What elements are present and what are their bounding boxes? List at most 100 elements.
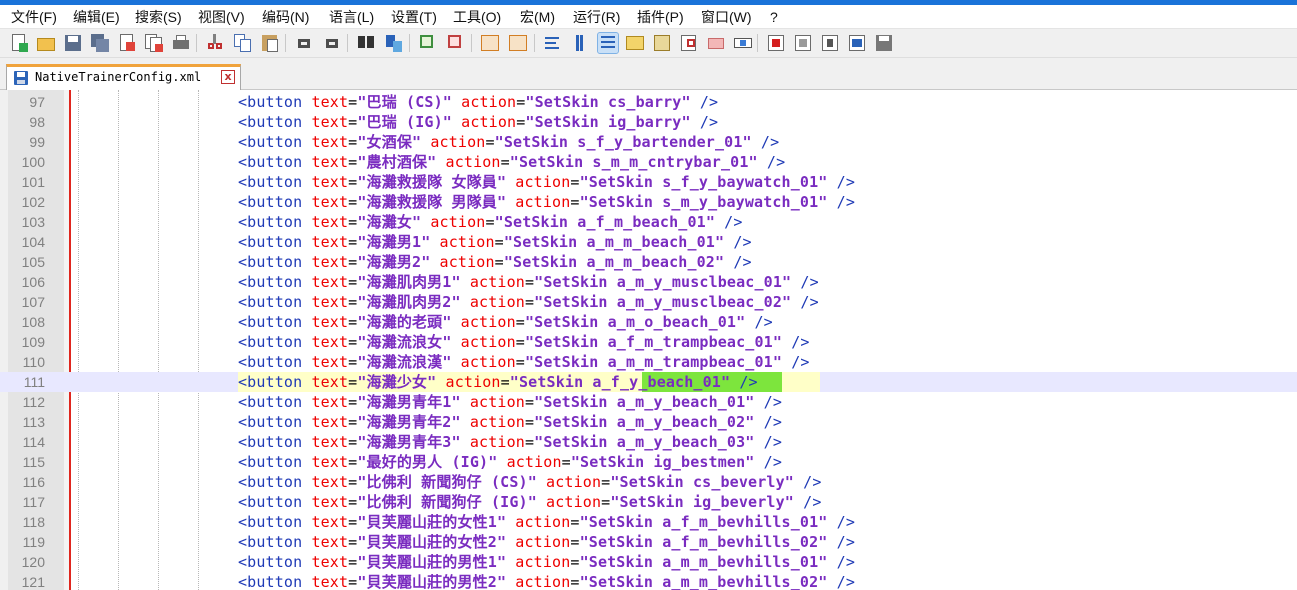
code-line[interactable]: 121 <button text="貝芙麗山莊的男性2" action="SetS… [0, 572, 1297, 590]
xml-quote: " [720, 373, 731, 391]
code-line[interactable]: 101 <button text="海灘救援隊 女隊員" action="SetS… [0, 172, 1297, 192]
play-macro-icon[interactable] [820, 33, 840, 53]
indent-guide-icon[interactable] [597, 32, 619, 54]
code-line[interactable]: 113 <button text="海灘男青年2" action="SetSkin… [0, 412, 1297, 432]
code-line[interactable]: 108 <button text="海灘的老頭" action="SetSkin … [0, 312, 1297, 332]
close-all-icon-part [155, 44, 163, 52]
code-line[interactable]: 120 <button text="貝芙麗山莊的男性1" action="SetS… [0, 552, 1297, 572]
menu-item[interactable]: 搜索(S) [135, 8, 182, 26]
record-macro-icon[interactable] [766, 33, 786, 53]
code-line[interactable]: 112 <button text="海灘男青年1" action="SetSkin… [0, 392, 1297, 412]
line-number: 100 [21, 154, 45, 170]
xml-quote: " [496, 513, 507, 531]
xml-equals: = [570, 553, 580, 571]
code-line[interactable]: 103 <button text="海灘女" action="SetSkin a_… [0, 212, 1297, 232]
monitoring-icon[interactable] [706, 33, 726, 53]
document-map-icon[interactable] [625, 33, 645, 53]
replace-icon[interactable] [384, 33, 404, 53]
line-number: 107 [21, 294, 45, 310]
new-file-icon[interactable] [10, 33, 30, 53]
xml-equals: = [348, 213, 358, 231]
code-line[interactable]: 97 <button text="巴瑞 (CS)" action="SetSkin… [0, 92, 1297, 112]
xml-attr-action: action [506, 553, 571, 571]
xml-text-value: 貝芙麗山莊的男性1 [366, 553, 497, 571]
menu-item[interactable]: 语言(L) [329, 8, 374, 26]
zoom-in-icon[interactable] [418, 33, 438, 53]
close-icon[interactable] [117, 33, 137, 53]
code-line[interactable]: 114 <button text="海灘男青年3" action="SetSkin… [0, 432, 1297, 452]
xml-tag-close: /> [724, 233, 752, 251]
line-number: 106 [21, 274, 45, 290]
editor[interactable]: 97 <button text="巴瑞 (CS)" action="SetSkin… [0, 90, 1297, 590]
line-number: 120 [21, 554, 45, 570]
redo-icon[interactable] [322, 33, 342, 53]
xml-quote: " [357, 473, 367, 491]
code-line[interactable]: 118 <button text="貝芙麗山莊的女性1" action="SetS… [0, 512, 1297, 532]
menu-item[interactable]: ? [770, 8, 778, 26]
code-line[interactable]: 100 <button text="農村酒保" action="SetSkin s… [0, 152, 1297, 172]
print-icon[interactable] [171, 33, 191, 53]
menu-item[interactable]: 窗口(W) [701, 8, 752, 26]
save-icon[interactable] [63, 33, 83, 53]
close-all-icon[interactable] [144, 33, 164, 53]
xml-equals: = [500, 153, 510, 171]
function-list-icon[interactable] [652, 33, 672, 53]
code-line[interactable]: 111 <button text="海灘少女" action="SetSkin a… [0, 372, 1297, 392]
menu-item[interactable]: 插件(P) [637, 8, 684, 26]
code-line[interactable]: 115 <button text="最好的男人 (IG)" action="Set… [0, 452, 1297, 472]
copy-icon[interactable] [233, 33, 253, 53]
code-line[interactable]: 116 <button text="比佛利 新聞狗仔 (CS)" action="… [0, 472, 1297, 492]
show-all-chars-icon[interactable] [570, 33, 590, 53]
cut-icon[interactable] [205, 33, 225, 53]
menu-item[interactable]: 宏(M) [520, 8, 555, 26]
menu-item[interactable]: 文件(F) [11, 8, 57, 26]
open-file-icon[interactable] [36, 33, 56, 53]
view-icon[interactable] [733, 33, 753, 53]
folder-workspace-icon[interactable] [679, 33, 699, 53]
xml-text-value: 貝芙麗山莊的男性2 [366, 573, 497, 590]
code-line[interactable]: 104 <button text="海灘男1" action="SetSkin a… [0, 232, 1297, 252]
function-list-icon-part [654, 35, 670, 51]
line-number: 118 [22, 514, 45, 530]
xml-attr-action: action [497, 453, 562, 471]
code-line[interactable]: 110 <button text="海灘流浪漢" action="SetSkin … [0, 352, 1297, 372]
xml-text-value: 比佛利 新聞狗仔 (CS) [366, 473, 528, 491]
xml-quote: " [570, 453, 581, 471]
word-wrap-icon[interactable] [543, 33, 563, 53]
code-line[interactable]: 109 <button text="海灘流浪女" action="SetSkin … [0, 332, 1297, 352]
code-line[interactable]: 99 <button text="女酒保" action="SetSkin s_f… [0, 132, 1297, 152]
code-line[interactable]: 119 <button text="貝芙麗山莊的女性2" action="SetS… [0, 532, 1297, 552]
tab-nativetrainerconfig[interactable]: NativeTrainerConfig.xml x [6, 64, 241, 90]
code-line[interactable]: 105 <button text="海灘男2" action="SetSkin a… [0, 252, 1297, 272]
code-line[interactable]: 98 <button text="巴瑞 (IG)" action="SetSkin… [0, 112, 1297, 132]
xml-tag-open: <button [238, 293, 303, 311]
undo-icon[interactable] [294, 33, 314, 53]
menu-item[interactable]: 运行(R) [573, 8, 620, 26]
run-macro-multiple-icon[interactable] [847, 33, 867, 53]
save-all-icon[interactable] [90, 33, 110, 53]
save-macro-icon[interactable] [874, 33, 894, 53]
xml-equals: = [561, 453, 571, 471]
tab-close-icon[interactable]: x [221, 70, 235, 84]
code-line[interactable]: 102 <button text="海灘救援隊 男隊員" action="SetS… [0, 192, 1297, 212]
code-line[interactable]: 117 <button text="比佛利 新聞狗仔 (IG)" action="… [0, 492, 1297, 512]
print-icon-part [176, 35, 186, 41]
menu-item[interactable]: 视图(V) [198, 8, 245, 26]
menu-item[interactable]: 设置(T) [391, 8, 437, 26]
sync-horizontal-icon[interactable] [508, 33, 528, 53]
code-text: <button text="海灘肌肉男2" action="SetSkin a_… [238, 292, 819, 312]
menu-item[interactable]: 工具(O) [453, 8, 501, 26]
sync-vertical-icon[interactable] [480, 33, 500, 53]
new-file-icon-part [19, 43, 28, 52]
menu-item[interactable]: 编辑(E) [73, 8, 120, 26]
code-line[interactable]: 107 <button text="海灘肌肉男2" action="SetSkin… [0, 292, 1297, 312]
paste-icon[interactable] [260, 33, 280, 53]
toolbar-separator [471, 34, 472, 52]
stop-recording-icon[interactable] [793, 33, 813, 53]
find-icon[interactable] [356, 33, 376, 53]
zoom-out-icon[interactable] [446, 33, 466, 53]
code-line[interactable]: 106 <button text="海灘肌肉男1" action="SetSkin… [0, 272, 1297, 292]
xml-attr-text: text [302, 113, 349, 131]
menu-item[interactable]: 编码(N) [262, 8, 309, 26]
xml-quote: " [488, 453, 498, 471]
